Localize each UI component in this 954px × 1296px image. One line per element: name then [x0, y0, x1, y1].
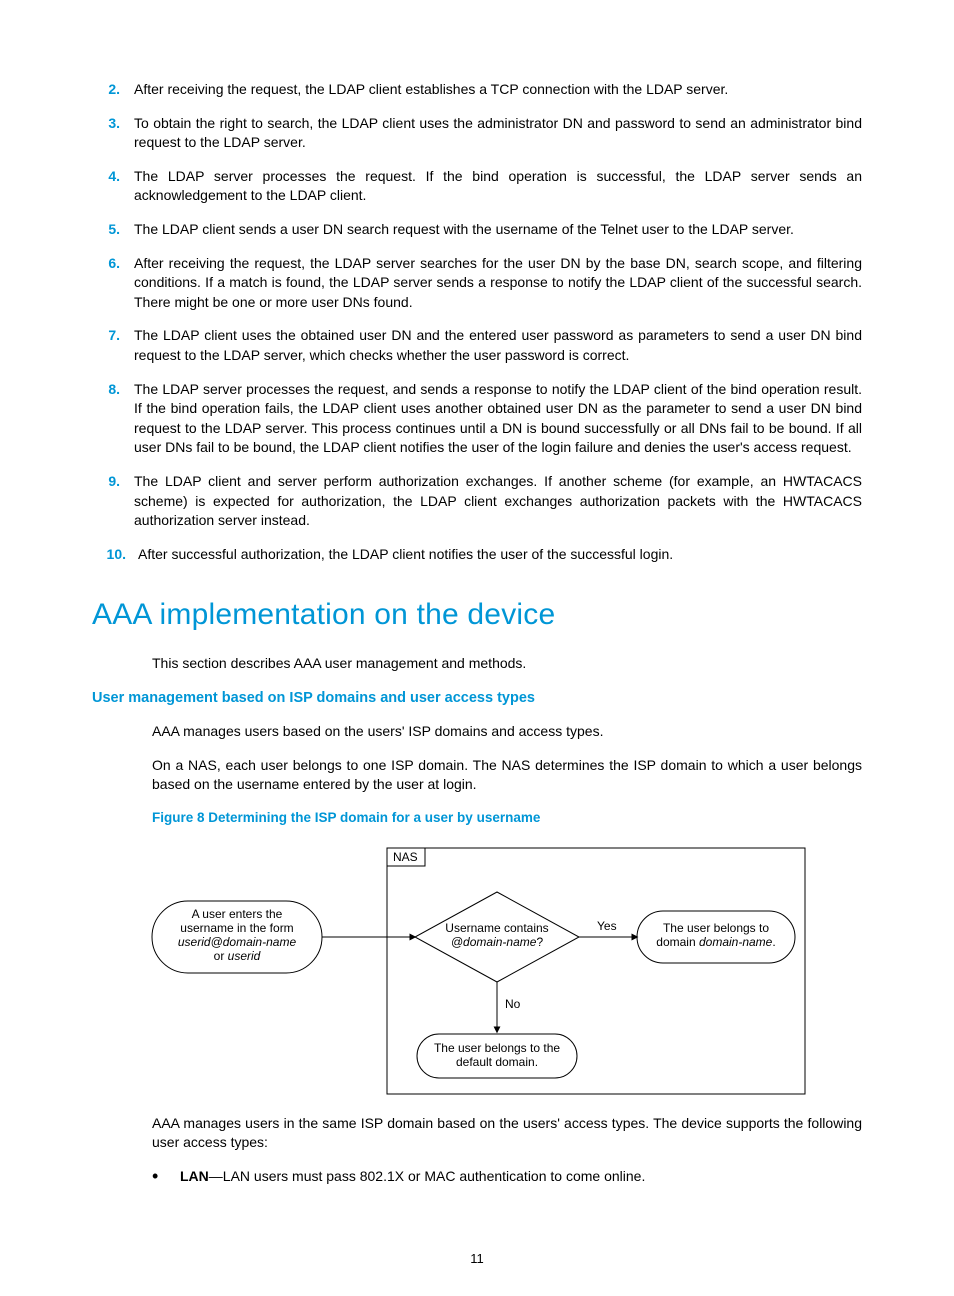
- numbered-list: 2.After receiving the request, the LDAP …: [92, 80, 862, 564]
- list-item: 2.After receiving the request, the LDAP …: [92, 80, 862, 100]
- nas-label: NAS: [393, 850, 418, 864]
- page-content: 2.After receiving the request, the LDAP …: [0, 0, 954, 1296]
- paragraph: AAA manages users in the same ISP domain…: [152, 1114, 862, 1153]
- section-heading: AAA implementation on the device: [92, 594, 862, 636]
- svg-text:Username contains: Username contains: [445, 921, 548, 935]
- svg-text:No: No: [505, 997, 521, 1011]
- figure-caption: Figure 8 Determining the ISP domain for …: [152, 809, 862, 828]
- item-number: 4.: [92, 167, 134, 206]
- svg-text:The user belongs to: The user belongs to: [663, 921, 769, 935]
- paragraph: AAA manages users based on the users' IS…: [152, 722, 862, 742]
- bullet-text: LAN—LAN users must pass 802.1X or MAC au…: [180, 1167, 862, 1187]
- item-number: 2.: [92, 80, 134, 100]
- list-item: 3.To obtain the right to search, the LDA…: [92, 114, 862, 153]
- item-text: The LDAP client and server perform autho…: [134, 472, 862, 531]
- svg-text:or userid: or userid: [214, 949, 261, 963]
- item-text: After receiving the request, the LDAP cl…: [134, 80, 862, 100]
- item-text: To obtain the right to search, the LDAP …: [134, 114, 862, 153]
- bullet-dot-icon: •: [152, 1167, 180, 1187]
- paragraph: On a NAS, each user belongs to one ISP d…: [152, 756, 862, 795]
- item-number: 3.: [92, 114, 134, 153]
- list-item: 8.The LDAP server processes the request,…: [92, 380, 862, 458]
- item-text: The LDAP server processes the request. I…: [134, 167, 862, 206]
- item-text: The LDAP client sends a user DN search r…: [134, 220, 862, 240]
- svg-text:@domain-name?: @domain-name?: [451, 935, 544, 949]
- list-item: 4.The LDAP server processes the request.…: [92, 167, 862, 206]
- svg-text:The user belongs to the: The user belongs to the: [434, 1041, 560, 1055]
- list-item: 9.The LDAP client and server perform aut…: [92, 472, 862, 531]
- item-text: The LDAP server processes the request, a…: [134, 380, 862, 458]
- svg-text:default domain.: default domain.: [456, 1055, 538, 1069]
- item-number: 9.: [92, 472, 134, 531]
- item-number: 7.: [92, 326, 134, 365]
- item-text: The LDAP client uses the obtained user D…: [134, 326, 862, 365]
- svg-text:Yes: Yes: [597, 919, 617, 933]
- bullet-item: • LAN—LAN users must pass 802.1X or MAC …: [152, 1167, 862, 1187]
- item-text: After successful authorization, the LDAP…: [138, 545, 862, 565]
- item-number: 6.: [92, 254, 134, 313]
- svg-text:userid@domain-name: userid@domain-name: [178, 935, 297, 949]
- item-number: 5.: [92, 220, 134, 240]
- item-text: After receiving the request, the LDAP se…: [134, 254, 862, 313]
- subsection-heading: User management based on ISP domains and…: [92, 688, 862, 708]
- list-item: 10.After successful authorization, the L…: [92, 545, 862, 565]
- intro-paragraph: This section describes AAA user manageme…: [152, 654, 862, 674]
- svg-text:A user enters the: A user enters the: [192, 907, 283, 921]
- list-item: 5.The LDAP client sends a user DN search…: [92, 220, 862, 240]
- list-item: 7.The LDAP client uses the obtained user…: [92, 326, 862, 365]
- item-number: 8.: [92, 380, 134, 458]
- item-number: 10.: [92, 545, 138, 565]
- flowchart-diagram: NAS A user enters the username in the fo…: [147, 846, 807, 1096]
- list-item: 6.After receiving the request, the LDAP …: [92, 254, 862, 313]
- page-number: 11: [0, 1250, 954, 1268]
- svg-text:domain domain-name.: domain domain-name.: [656, 935, 775, 949]
- bullet-list: • LAN—LAN users must pass 802.1X or MAC …: [152, 1167, 862, 1187]
- svg-text:username in the form: username in the form: [180, 921, 293, 935]
